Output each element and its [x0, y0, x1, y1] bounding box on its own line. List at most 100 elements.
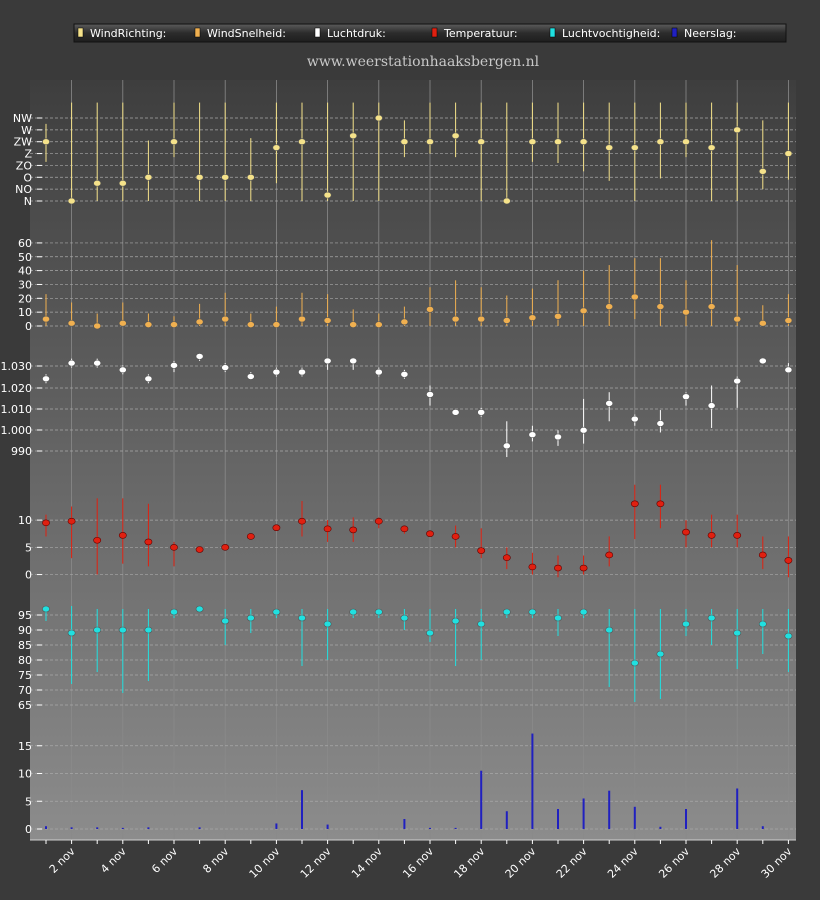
precip-bar — [659, 826, 662, 829]
legend-swatch — [194, 27, 201, 38]
data-point — [784, 632, 793, 640]
y-tick-label: 50 — [18, 251, 32, 264]
y-tick-label: 30 — [18, 278, 32, 291]
data-point — [733, 532, 742, 539]
data-point — [605, 551, 614, 559]
data-point — [374, 608, 383, 616]
legend-label: Luchtdruk: — [327, 27, 386, 40]
data-point — [93, 322, 102, 330]
data-point — [784, 317, 793, 324]
data-point — [426, 306, 434, 313]
data-point — [477, 315, 486, 323]
data-point — [349, 608, 358, 616]
data-point — [144, 173, 153, 181]
data-point — [605, 400, 614, 407]
data-point — [426, 391, 434, 398]
data-point — [42, 315, 50, 323]
y-tick-label: O — [23, 171, 32, 184]
y-tick-label: 1.020 — [1, 382, 33, 395]
precip-bar — [761, 826, 764, 829]
data-point — [298, 138, 306, 146]
data-point — [426, 629, 434, 637]
data-point — [656, 650, 665, 658]
precip-bar — [582, 798, 585, 829]
y-tick-label: 70 — [18, 684, 32, 697]
precip-bar — [608, 790, 611, 829]
data-point — [246, 614, 255, 622]
data-point — [758, 319, 767, 327]
y-tick-label: NW — [13, 112, 32, 125]
y-tick-label: 1.030 — [1, 360, 33, 373]
y-tick-label: 15 — [18, 740, 32, 753]
data-point — [67, 517, 76, 525]
data-point — [656, 303, 665, 310]
data-point — [170, 138, 178, 146]
data-point — [605, 144, 614, 151]
precip-bar — [685, 809, 687, 829]
data-point — [246, 321, 255, 328]
data-point — [451, 132, 460, 140]
data-point — [707, 532, 716, 539]
data-point — [554, 138, 562, 146]
data-point — [528, 431, 537, 438]
data-point — [42, 138, 50, 146]
data-point — [554, 433, 562, 441]
data-point — [349, 321, 358, 328]
data-point — [733, 377, 742, 385]
y-tick-label: 5 — [25, 541, 32, 554]
data-point — [682, 528, 690, 536]
data-point — [477, 620, 486, 628]
precip-bar — [557, 809, 559, 829]
y-tick-label: W — [21, 124, 32, 137]
legend-swatch — [77, 27, 84, 38]
precip-bar — [96, 827, 99, 829]
data-point — [195, 353, 204, 360]
data-point — [554, 614, 562, 622]
data-point — [298, 368, 306, 376]
data-point — [400, 371, 409, 378]
data-point — [451, 409, 460, 416]
legend-label: WindSnelheid: — [207, 27, 286, 40]
data-point — [246, 533, 255, 540]
data-point — [323, 525, 332, 533]
y-tick-label: N — [24, 195, 32, 208]
data-point — [758, 168, 767, 175]
legend-swatch — [671, 27, 678, 38]
data-point — [502, 554, 511, 561]
data-point — [349, 526, 358, 534]
data-point — [528, 138, 537, 146]
precip-bar — [121, 827, 124, 829]
data-point — [656, 138, 665, 146]
data-point — [477, 409, 486, 416]
data-point — [118, 179, 127, 187]
y-tick-label: 60 — [18, 237, 32, 250]
y-tick-label: ZW — [14, 136, 33, 149]
data-point — [272, 608, 281, 616]
data-point — [93, 626, 102, 634]
data-point — [272, 321, 281, 328]
data-point — [502, 608, 511, 616]
data-point — [246, 373, 255, 380]
data-point — [170, 321, 178, 328]
data-point — [682, 620, 690, 628]
data-point — [67, 359, 76, 367]
data-point — [528, 608, 537, 616]
legend-label: Temperatuur: — [443, 27, 518, 40]
data-point — [170, 362, 178, 369]
data-point — [682, 393, 690, 400]
data-point — [502, 442, 511, 450]
y-tick-label: 80 — [18, 654, 32, 667]
data-point — [298, 517, 306, 525]
data-point — [656, 420, 665, 427]
data-point — [426, 138, 434, 146]
data-point — [93, 179, 102, 187]
y-tick-label: 10 — [18, 306, 32, 319]
data-point — [374, 321, 383, 328]
legend-label: Neerslag: — [684, 27, 737, 40]
data-point — [733, 629, 742, 637]
data-point — [349, 357, 358, 365]
data-point — [400, 138, 409, 146]
data-point — [67, 629, 76, 637]
legend-label: Luchtvochtigheid: — [562, 27, 660, 40]
data-point — [195, 605, 204, 613]
